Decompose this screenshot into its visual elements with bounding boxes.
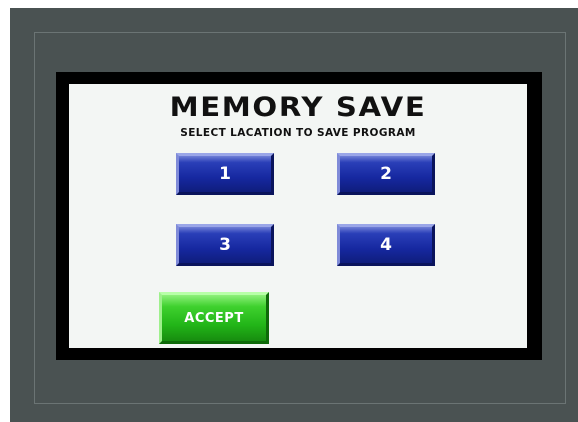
- page-title: MEMORY SAVE: [169, 92, 427, 123]
- screen-frame: MEMORY SAVE SELECT LACATION TO SAVE PROG…: [56, 72, 542, 360]
- memory-slot-4-button[interactable]: 4: [337, 224, 435, 266]
- page-subtitle: SELECT LACATION TO SAVE PROGRAM: [180, 127, 416, 139]
- page: MEMORY SAVE SELECT LACATION TO SAVE PROG…: [0, 0, 578, 422]
- memory-slot-3-button[interactable]: 3: [176, 224, 274, 266]
- memory-slot-2-button[interactable]: 2: [337, 153, 435, 195]
- hmi-screen: MEMORY SAVE SELECT LACATION TO SAVE PROG…: [69, 84, 527, 348]
- device-bezel: MEMORY SAVE SELECT LACATION TO SAVE PROG…: [10, 8, 578, 422]
- accept-button[interactable]: ACCEPT: [159, 292, 269, 344]
- memory-slot-1-button[interactable]: 1: [176, 153, 274, 195]
